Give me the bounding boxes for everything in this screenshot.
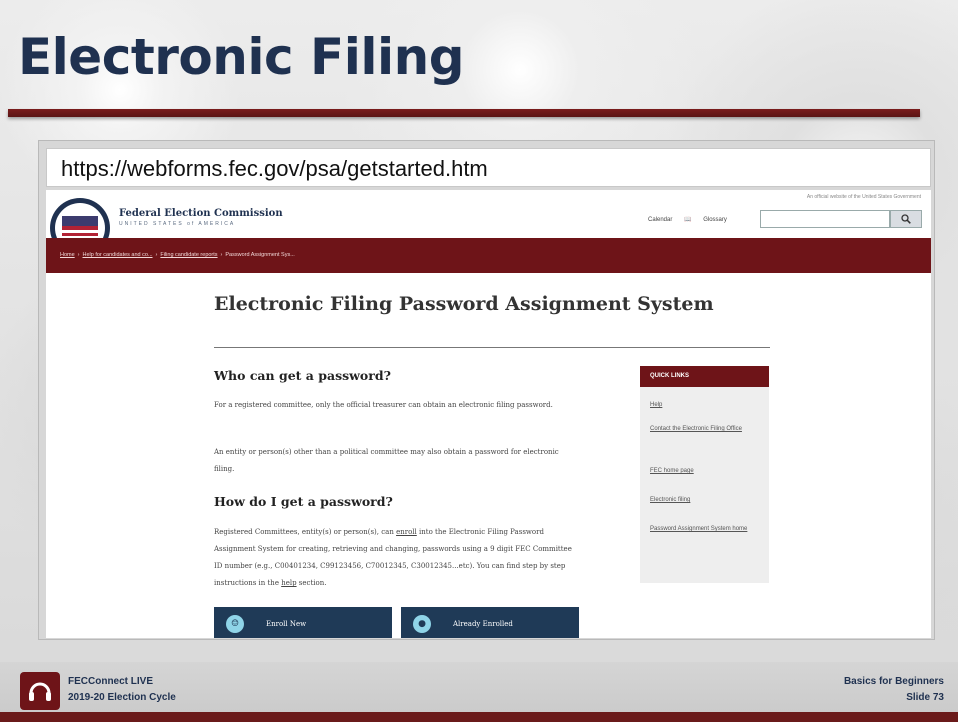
footer-event-name: FECConnect LIVE [68, 676, 154, 687]
quick-link-electronic-filing[interactable]: Electronic filing [650, 494, 760, 507]
section-how-title: How do I get a password? [214, 494, 393, 509]
url-display: https://webforms.fec.gov/psa/getstarted.… [46, 148, 931, 187]
heading-divider [214, 347, 770, 348]
breadcrumb-help[interactable]: Help for candidates and co... [83, 252, 153, 258]
breadcrumb: Home › Help for candidates and co... › Filin… [60, 252, 295, 258]
footer-slide-number: Slide 73 [906, 692, 944, 703]
agency-name[interactable]: Federal Election Commission [119, 208, 283, 219]
key-icon: ● [413, 615, 431, 633]
search-icon [901, 214, 911, 224]
nav-calendar[interactable]: Calendar [648, 217, 672, 223]
already-enrolled-button[interactable]: ● Already Enrolled [401, 607, 579, 638]
person-icon: ☺ [226, 615, 244, 633]
breadcrumb-bar: Home › Help for candidates and co... › Filin… [46, 238, 931, 273]
search-input[interactable] [760, 210, 890, 228]
footer-session: Basics for Beginners [843, 676, 944, 687]
quick-link-contact[interactable]: Contact the Electronic Filing Office [650, 423, 760, 436]
search-button[interactable] [890, 210, 922, 228]
official-banner: An official website of the United States… [806, 194, 921, 200]
breadcrumb-current: Password Assignment Sys... [225, 252, 295, 258]
section-how-paragraph: Registered Committees, entity(s) or pers… [214, 528, 572, 587]
quick-link-psa-home[interactable]: Password Assignment System home [650, 523, 760, 536]
page-heading: Electronic Filing Password Assignment Sy… [214, 293, 714, 315]
enroll-link[interactable]: enroll [396, 528, 417, 536]
section-who-title: Who can get a password? [214, 368, 391, 383]
quick-links-panel: Help Contact the Electronic Filing Offic… [640, 387, 769, 583]
help-link[interactable]: help [281, 579, 296, 587]
title-divider [8, 109, 920, 117]
book-icon: 📖 [684, 217, 692, 223]
quick-link-help[interactable]: Help [650, 399, 760, 412]
slide-title: Electronic Filing [18, 28, 465, 86]
footer-divider [0, 712, 958, 722]
nav-glossary[interactable]: Glossary [703, 217, 727, 223]
footer-right: Basics for Beginners Slide 73 [844, 674, 944, 706]
breadcrumb-filing[interactable]: Filing candidate reports [160, 252, 217, 258]
section-who-paragraph-1: For a registered committee, only the off… [214, 401, 553, 409]
quick-links-header: QUICK LINKS [640, 366, 769, 387]
footer-left: FECConnect LIVE 2019-20 Election Cycle [68, 674, 176, 706]
footer-cycle: 2019-20 Election Cycle [68, 692, 176, 703]
breadcrumb-home[interactable]: Home [60, 252, 75, 258]
section-who-paragraph-2: An entity or person(s) other than a poli… [214, 448, 559, 473]
headset-icon [20, 672, 60, 710]
agency-subtitle: UNITED STATES of AMERICA [119, 221, 236, 227]
quick-link-fec-home[interactable]: FEC home page [650, 465, 760, 478]
enroll-new-button[interactable]: ☺ Enroll New [214, 607, 392, 638]
fec-webpage: An official website of the United States… [46, 190, 931, 638]
header-nav: Calendar 📖 Glossary [648, 216, 737, 223]
